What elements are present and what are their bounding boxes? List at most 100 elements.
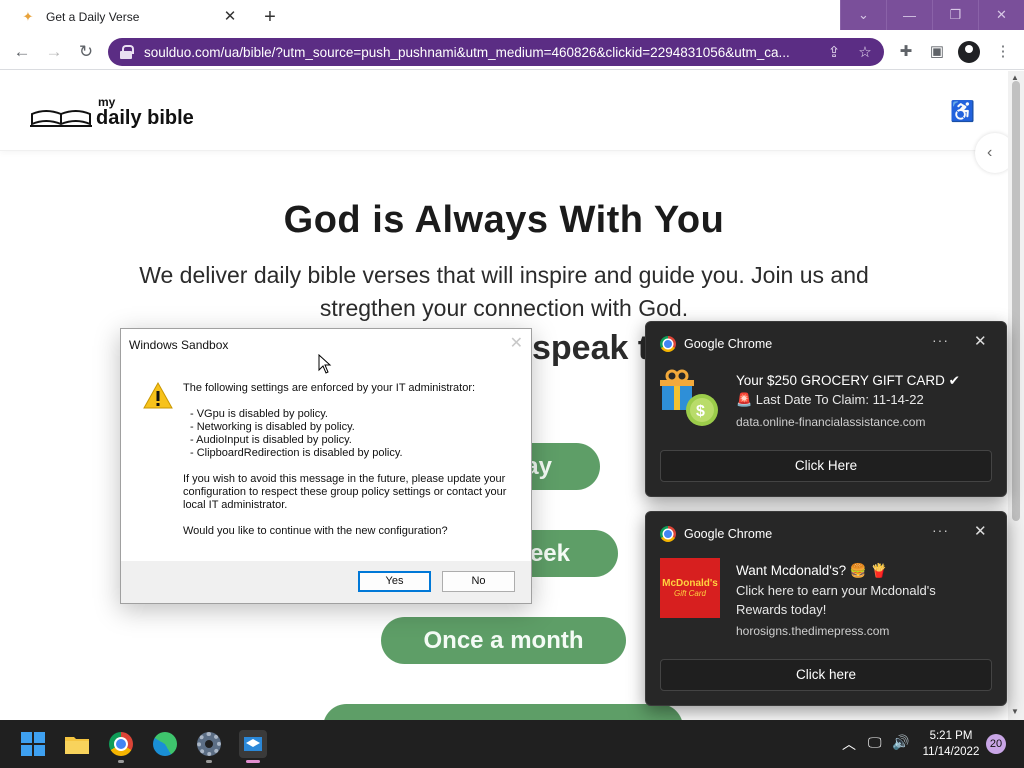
svg-text:$: $ — [696, 403, 705, 420]
chrome-logo-icon — [660, 336, 676, 352]
accessibility-icon[interactable]: ♿ — [950, 99, 975, 124]
click-here-button[interactable]: Click here — [660, 659, 992, 691]
chevron-left-icon: ‹ — [987, 144, 993, 161]
policy-item: - AudioInput is disabled by policy. — [190, 434, 352, 446]
window-controls: ⌄ — ❐ ✕ — [840, 0, 1024, 30]
chrome-notification-mcdonalds[interactable]: Google Chrome ··· ✕ McDonald's Gift Card… — [645, 511, 1007, 706]
hero-subtitle: We deliver daily bible verses that will … — [139, 262, 869, 321]
policy-list: - VGpu is disabled by policy. - Networki… — [183, 408, 513, 460]
dialog-footer: Yes No — [121, 561, 531, 603]
gift-card-label: Gift Card — [673, 589, 706, 598]
profile-avatar-icon[interactable] — [958, 41, 980, 63]
site-logo[interactable]: my daily bible — [30, 88, 194, 128]
restore-button[interactable]: ❐ — [932, 0, 978, 30]
volume-icon[interactable]: 🔊 — [892, 734, 909, 751]
notification-source: horosigns.thedimepress.com — [736, 624, 890, 638]
page-scrollbar[interactable]: ▲ ▼ — [1008, 71, 1024, 720]
chrome-logo-icon — [660, 526, 676, 542]
extensions-puzzle-icon[interactable]: ✚ — [897, 43, 915, 61]
dialog-close-icon[interactable]: ✕ — [510, 333, 523, 353]
side-panel-toggle[interactable]: ‹ — [975, 133, 1008, 173]
windows-sandbox-icon[interactable] — [239, 730, 267, 763]
taskbar-clock[interactable]: 5:21 PM 11/14/2022 — [918, 728, 984, 760]
menu-kebab-icon[interactable]: ⋮ — [994, 43, 1012, 61]
page-title: God is Always With You — [283, 199, 725, 241]
chrome-notification-gift-card[interactable]: Google Chrome ··· ✕ $ Your $250 GROCERY … — [645, 321, 1007, 497]
browser-tabbar: ✦ Get a Daily Verse ✕ + ⌄ — ❐ ✕ — [0, 0, 1024, 34]
show-hidden-icons-chevron-icon[interactable]: ︿ — [842, 734, 856, 754]
running-indicator — [118, 760, 124, 763]
minimize-button[interactable]: — — [886, 0, 932, 30]
notification-header: Google Chrome — [660, 336, 772, 352]
lock-icon[interactable] — [120, 45, 134, 59]
policy-item: - ClipboardRedirection is disabled by po… — [190, 447, 403, 459]
policy-item: - Networking is disabled by policy. — [190, 421, 355, 433]
policy-item: - VGpu is disabled by policy. — [190, 408, 328, 420]
yes-button[interactable]: Yes — [358, 571, 431, 592]
forward-arrow-icon[interactable]: → — [44, 42, 64, 62]
scrollbar-thumb[interactable] — [1012, 81, 1020, 521]
file-explorer-icon[interactable] — [63, 730, 91, 758]
notification-close-icon[interactable]: ✕ — [974, 332, 987, 350]
notification-header: Google Chrome — [660, 526, 772, 542]
notification-message: 🚨 Last Date To Claim: 11-14-22 — [736, 392, 924, 407]
bookmark-star-icon[interactable]: ☆ — [856, 43, 874, 61]
address-bar[interactable]: soulduo.com/ua/bible/?utm_source=push_pu… — [108, 38, 884, 66]
notification-close-icon[interactable]: ✕ — [974, 522, 987, 540]
chrome-taskbar-icon[interactable] — [107, 730, 135, 763]
windows-taskbar: ︿ 🖵 🔊 5:21 PM 11/14/2022 20 — [0, 720, 1024, 768]
tab-title: Get a Daily Verse — [46, 10, 140, 24]
more-options-icon[interactable]: ··· — [932, 332, 949, 348]
mouse-cursor-icon — [318, 354, 332, 374]
notification-message-line2: Rewards today! — [736, 602, 827, 617]
new-tab-button[interactable]: + — [260, 7, 280, 27]
option-label: eek — [529, 539, 570, 567]
no-button[interactable]: No — [442, 571, 515, 592]
browser-toolbar: ← → ↻ soulduo.com/ua/bible/?utm_source=p… — [0, 34, 1024, 70]
reload-icon[interactable]: ↻ — [76, 42, 96, 62]
dialog-advice: If you wish to avoid this message in the… — [183, 473, 507, 511]
tab-close-icon[interactable]: ✕ — [222, 9, 238, 25]
gift-coin-icon: $ — [660, 369, 718, 426]
url-text: soulduo.com/ua/bible/?utm_source=push_pu… — [144, 44, 790, 60]
tab-favicon-icon: ✦ — [22, 9, 34, 24]
logo-big-text: daily bible — [96, 107, 194, 129]
back-arrow-icon[interactable]: ← — [12, 42, 32, 62]
notification-message-line1: Click here to earn your Mcdonald's — [736, 583, 936, 598]
dialog-title: Windows Sandbox — [129, 338, 229, 352]
notification-count-badge[interactable]: 20 — [986, 734, 1006, 754]
network-icon[interactable]: 🖵 — [868, 734, 882, 751]
settings-gear-icon[interactable] — [195, 730, 223, 763]
notification-app: Google Chrome — [684, 527, 773, 541]
scroll-down-icon[interactable]: ▼ — [1011, 707, 1019, 716]
site-header: my daily bible ♿ — [0, 71, 1008, 151]
share-icon[interactable]: ⇪ — [825, 43, 843, 61]
hero-question: speak t — [532, 329, 650, 367]
dialog-intro: The following settings are enforced by y… — [183, 382, 476, 394]
open-book-icon — [30, 110, 92, 127]
option-label: Once a month — [423, 626, 584, 654]
dialog-body: The following settings are enforced by y… — [183, 382, 513, 551]
dialog-question: Would you like to continue with the new … — [183, 525, 448, 537]
mcdonalds-gift-card-image: McDonald's Gift Card — [660, 558, 720, 618]
notification-title: Want Mcdonald's? 🍔 🍟 — [736, 563, 888, 578]
notification-app: Google Chrome — [684, 337, 773, 351]
side-panel-icon[interactable]: ▣ — [928, 43, 946, 61]
edge-icon[interactable] — [151, 730, 179, 758]
click-here-button[interactable]: Click Here — [660, 450, 992, 482]
tab-search-icon[interactable]: ⌄ — [840, 0, 886, 30]
browser-tab[interactable]: ✦ Get a Daily Verse ✕ — [8, 0, 248, 34]
notification-title: Your $250 GROCERY GIFT CARD ✔ — [736, 373, 960, 388]
more-options-icon[interactable]: ··· — [932, 522, 949, 538]
gift-card-brand: McDonald's — [662, 578, 718, 589]
warning-icon — [143, 381, 173, 409]
active-indicator — [246, 760, 260, 763]
option-button-monthly[interactable]: Once a month — [381, 617, 626, 664]
clock-time: 5:21 PM — [929, 730, 973, 742]
option-button-other[interactable] — [323, 704, 683, 720]
clock-date: 11/14/2022 — [922, 746, 980, 758]
running-indicator — [206, 760, 212, 763]
close-window-button[interactable]: ✕ — [978, 0, 1024, 30]
notification-source: data.online-financialassistance.com — [736, 415, 926, 429]
windows-start-icon[interactable] — [19, 730, 47, 758]
